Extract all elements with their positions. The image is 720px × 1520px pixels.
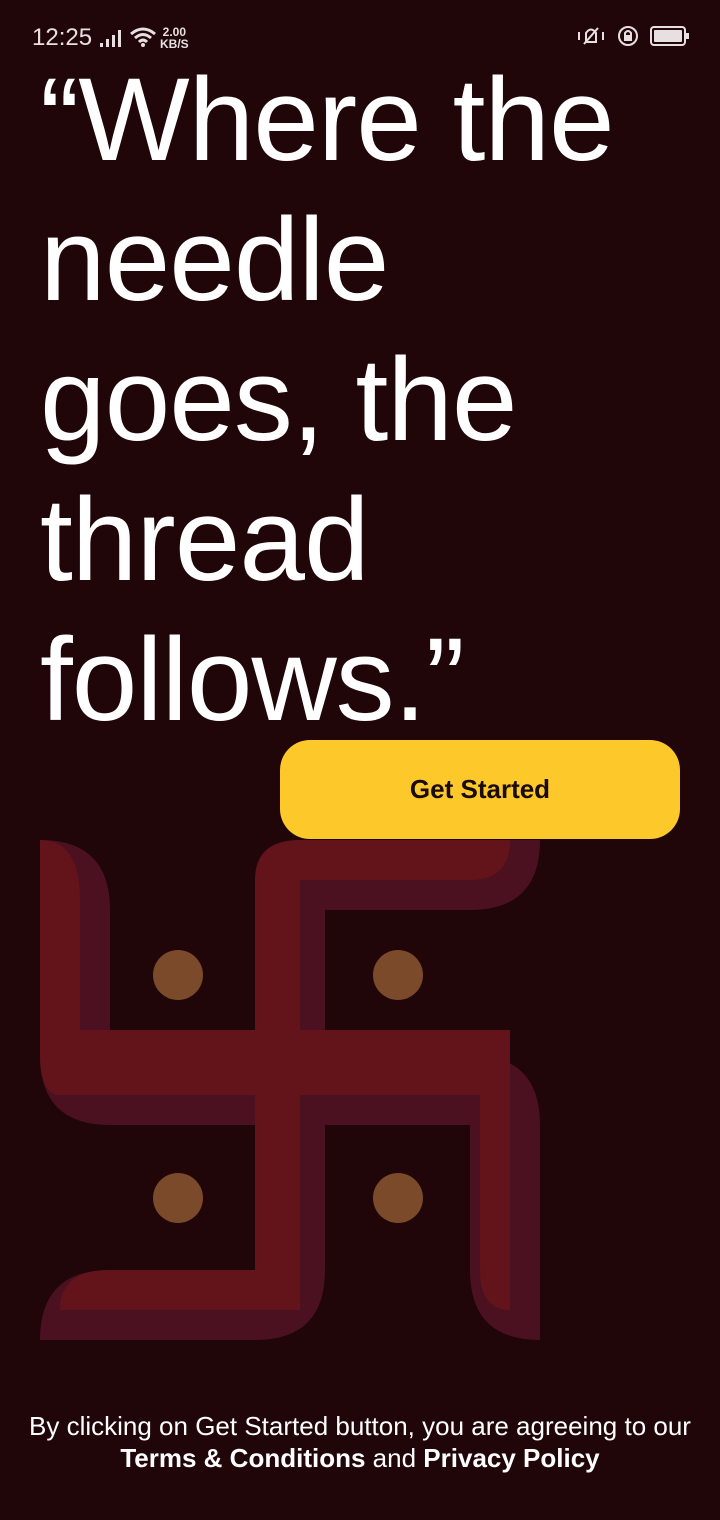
footer-links: Terms & Conditions and Privacy Policy [0, 1442, 720, 1474]
footer-conjunction: and [372, 1443, 417, 1473]
terms-link[interactable]: Terms & Conditions [120, 1443, 365, 1473]
hero-quote: “Where the needle goes, the thread follo… [40, 54, 615, 746]
status-time: 12:25 [32, 24, 93, 51]
footer-terms: By clicking on Get Started button, you a… [0, 1410, 720, 1474]
get-started-button[interactable]: Get Started [280, 740, 680, 839]
rotation-lock-icon [616, 24, 640, 53]
battery-icon [650, 25, 690, 52]
net-speed: 2.00 KB/S [160, 26, 189, 50]
footer-prefix: By clicking on Get Started button, you a… [29, 1411, 691, 1441]
wifi-icon [130, 26, 156, 53]
net-speed-unit: KB/S [160, 37, 189, 51]
privacy-link[interactable]: Privacy Policy [423, 1443, 599, 1473]
vibrate-icon [576, 24, 606, 53]
swastika-illustration [40, 840, 540, 1345]
status-right [576, 24, 690, 53]
